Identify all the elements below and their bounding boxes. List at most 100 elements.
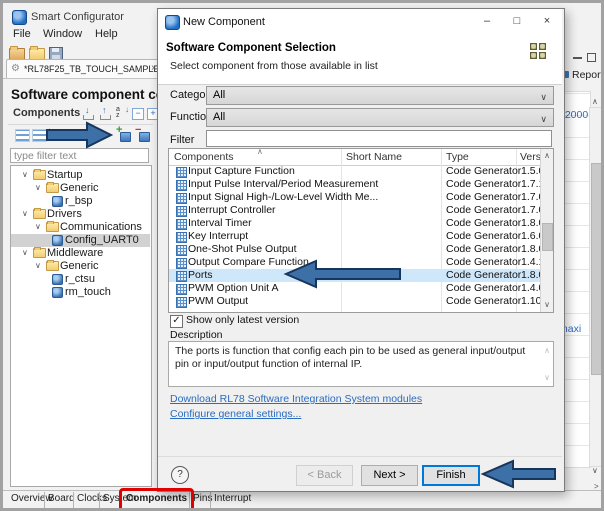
tab-interrupt[interactable]: Interrupt (214, 493, 251, 504)
tree-item-r-bsp[interactable]: r_bsp (11, 195, 150, 208)
menu-help[interactable]: Help (95, 28, 118, 40)
table-row[interactable]: Input Capture Function Code Generator 1.… (169, 165, 540, 178)
configure-settings-link[interactable]: Configure general settings... (170, 408, 301, 420)
gear-icon: ⚙ (11, 63, 20, 74)
background-scrollbar[interactable] (589, 107, 603, 467)
table-row[interactable]: One-Shot Pulse Output Code Generator 1.8… (169, 243, 540, 256)
minimize-view-icon[interactable] (573, 57, 582, 59)
tree-item-config-uart0[interactable]: Config_UART0 (11, 234, 150, 247)
function-value: All (213, 111, 225, 123)
col-components[interactable]: Components (174, 151, 234, 164)
import-icon[interactable]: ↓ (82, 108, 95, 120)
tab-separator (44, 492, 45, 508)
dialog-header: Software Component Selection Select comp… (158, 35, 562, 85)
remove-component-icon[interactable]: − (136, 129, 150, 142)
report-tab-label[interactable]: Report (572, 69, 604, 81)
scroll-up-icon[interactable]: ∧ (592, 97, 598, 106)
annotation-arrow-add-component (45, 120, 115, 150)
tree-item-middleware[interactable]: ∨ Middleware (11, 247, 150, 260)
component-icon (52, 287, 63, 298)
description-box[interactable]: The ports is function that config each p… (168, 341, 554, 387)
download-modules-link[interactable]: Download RL78 Software Integration Syste… (170, 393, 422, 405)
scrollbar-thumb[interactable] (542, 223, 553, 251)
editor-tab[interactable]: ⚙ *RL78F25_TB_TOUCH_SAMPLE.scfg × (6, 59, 163, 79)
sort-icon[interactable]: az↓ (116, 107, 128, 119)
components-tree: ∨ Startup ∨ Generic r_bsp ∨ Drivers ∨ Co… (10, 165, 152, 487)
component-grid-icon (176, 258, 187, 269)
back-button[interactable]: < Back (296, 465, 353, 486)
dialog-title: New Component (183, 16, 265, 28)
minimize-icon[interactable]: – (476, 15, 498, 27)
smart-configurator-window: Smart Configurator File Window Help ⚙ *R… (0, 0, 604, 511)
tree-item-drivers[interactable]: ∨ Drivers (11, 208, 150, 221)
menu-window[interactable]: Window (43, 28, 82, 40)
sort-asc-icon: ∧ (257, 148, 263, 156)
chevron-down-icon[interactable]: ∨ (22, 209, 28, 218)
component-grid-icon (176, 271, 187, 282)
col-type[interactable]: Type (446, 151, 469, 164)
view-flat-icon[interactable] (15, 129, 30, 142)
col-short-name[interactable]: Short Name (346, 151, 402, 164)
function-select[interactable]: All ∨ (206, 108, 554, 127)
tab-board[interactable]: Board (48, 493, 75, 504)
chevron-down-icon[interactable]: ∨ (22, 248, 28, 257)
dialog-header-title: Software Component Selection (166, 42, 336, 54)
table-row[interactable]: PWM Output Code Generator 1.10.0 (169, 295, 540, 308)
next-button[interactable]: Next > (361, 465, 418, 486)
maximize-icon[interactable]: □ (506, 15, 528, 27)
table-row[interactable]: Key Interrupt Code Generator 1.6.0 (169, 230, 540, 243)
export-icon[interactable]: ↑ (99, 108, 112, 120)
restore-view-icon[interactable] (587, 53, 596, 62)
tab-separator (73, 492, 74, 508)
table-row[interactable]: Interrupt Controller Code Generator 1.7.… (169, 204, 540, 217)
table-scrollbar[interactable]: ∧ ∨ (540, 149, 553, 312)
tree-item-rm-touch[interactable]: rm_touch (11, 286, 150, 299)
tree-item-communications[interactable]: ∨ Communications (11, 221, 150, 234)
category-value: All (213, 89, 225, 101)
collapse-all-icon[interactable]: − (132, 108, 144, 120)
scrollbar-thumb[interactable] (591, 163, 602, 375)
menu-file[interactable]: File (13, 28, 31, 40)
tab-overview[interactable]: Overview (11, 493, 53, 504)
finish-button[interactable]: Finish (422, 465, 480, 486)
tree-item-startup[interactable]: ∨ Startup (11, 169, 150, 182)
table-row[interactable]: Input Pulse Interval/Period Measurement … (169, 178, 540, 191)
table-header[interactable]: Components ∧ Short Name Type Version (169, 149, 553, 166)
chevron-down-icon: ∨ (540, 89, 547, 106)
folder-icon (46, 222, 59, 232)
component-grid-icon (176, 232, 187, 243)
folder-icon (33, 170, 46, 180)
dialog-icon (165, 15, 180, 30)
component-icon (52, 196, 63, 207)
add-component-icon[interactable]: + (117, 129, 131, 142)
chevron-down-icon[interactable]: ∨ (35, 222, 41, 231)
table-row[interactable]: Interval Timer Code Generator 1.8.0 (169, 217, 540, 230)
help-button[interactable]: ? (171, 466, 189, 484)
tree-filter-input[interactable] (10, 148, 149, 163)
close-icon[interactable]: × (536, 15, 558, 27)
show-latest-checkbox[interactable]: ✓ (170, 315, 183, 328)
component-grid-icon (530, 43, 546, 59)
background-report-panel: Report ∧ 32000 maxi ∨ > (560, 39, 604, 508)
scroll-up-icon[interactable]: ∧ (541, 149, 553, 163)
table-row[interactable]: Input Signal High-/Low-Level Width Me...… (169, 191, 540, 204)
new-component-dialog: New Component – □ × Software Component S… (157, 8, 565, 492)
chevron-down-icon[interactable]: ∨ (35, 261, 41, 270)
tree-item-generic[interactable]: ∨ Generic (11, 182, 150, 195)
scroll-up-icon[interactable]: ∧ (544, 344, 550, 357)
annotation-arrow-finish (479, 458, 557, 490)
component-grid-icon (176, 167, 187, 178)
component-filter-input[interactable] (206, 130, 552, 147)
tree-item-generic-2[interactable]: ∨ Generic (11, 260, 150, 273)
scroll-down-icon[interactable]: ∨ (592, 466, 598, 475)
chevron-down-icon[interactable]: ∨ (35, 183, 41, 192)
close-tab-icon[interactable]: × (151, 63, 157, 74)
category-select[interactable]: All ∨ (206, 86, 554, 105)
dialog-titlebar[interactable]: New Component – □ × (158, 9, 562, 35)
tree-item-r-ctsu[interactable]: r_ctsu (11, 273, 150, 286)
scroll-down-icon[interactable]: ∨ (541, 298, 553, 312)
filter-label: Filter (170, 134, 194, 146)
scroll-right-icon[interactable]: > (594, 482, 599, 491)
scroll-down-icon[interactable]: ∨ (544, 371, 550, 384)
chevron-down-icon[interactable]: ∨ (22, 170, 28, 179)
